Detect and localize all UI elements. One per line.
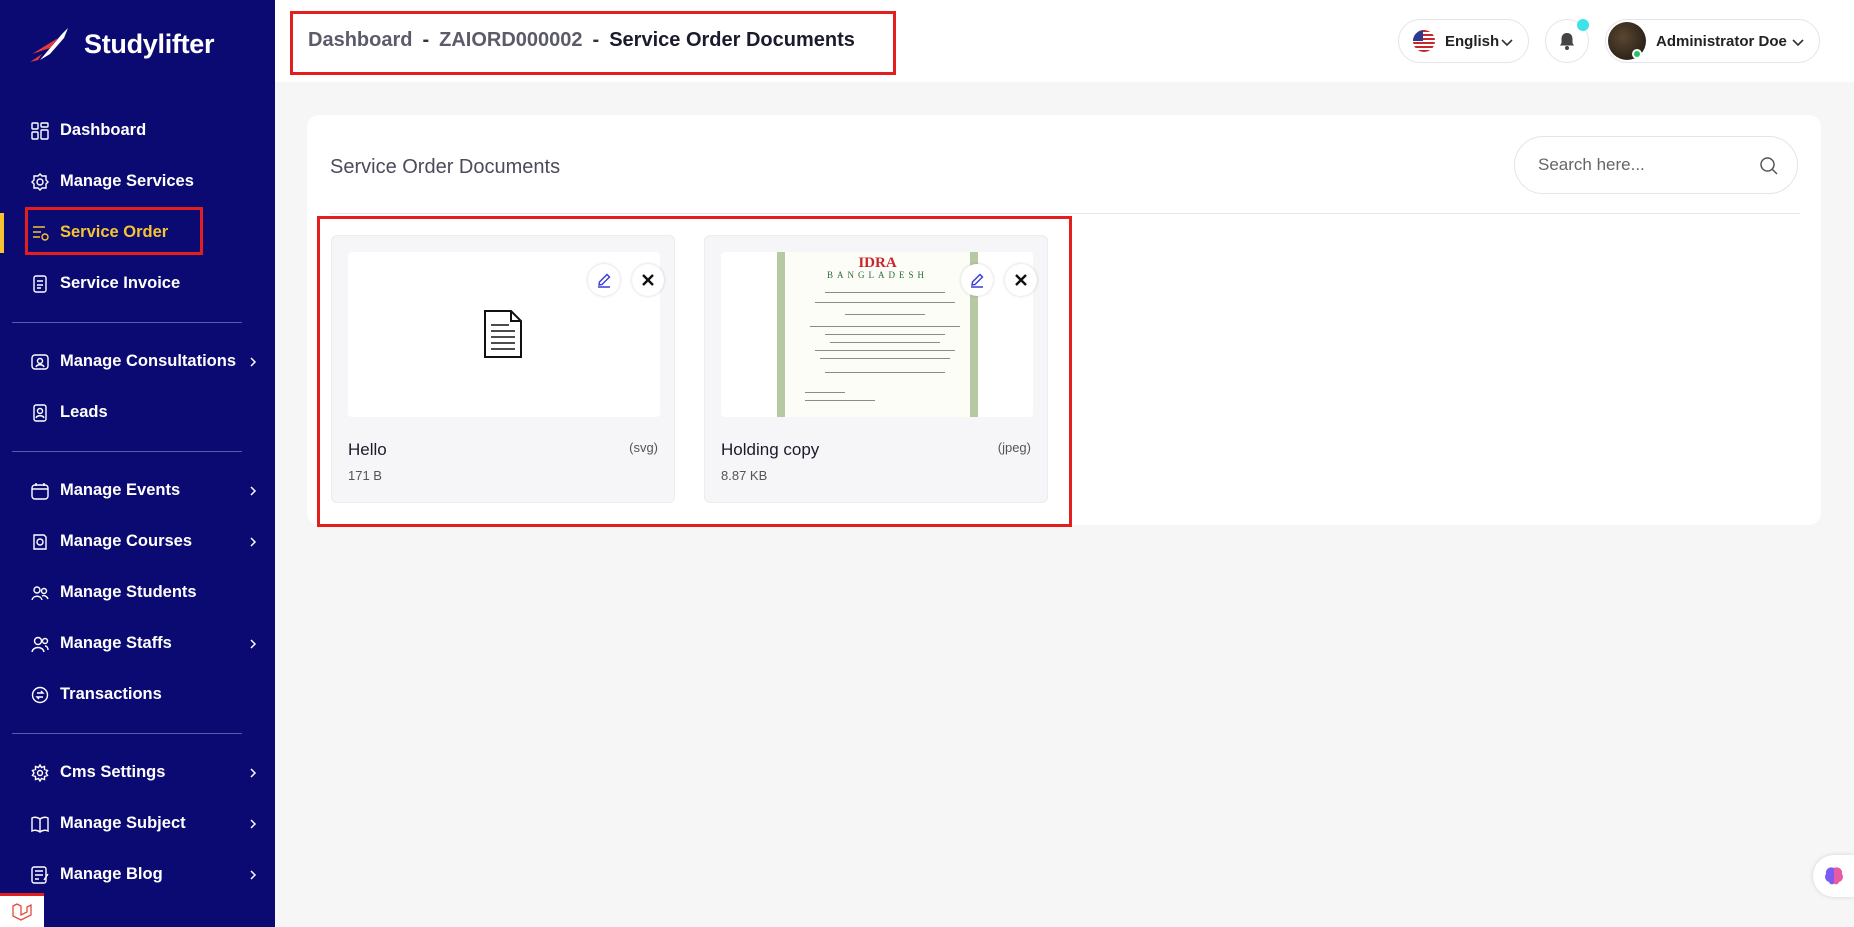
- breadcrumb: Dashboard - ZAIORD000002- Service Order Doc…: [308, 29, 855, 52]
- active-item-highlight: [25, 207, 203, 255]
- book-icon: [31, 816, 49, 833]
- sidebar-item-label: Service Invoice: [60, 274, 181, 292]
- breadcrumb-separator: -: [422, 29, 430, 51]
- sidebar-item-manage-events[interactable]: Manage Events: [0, 465, 275, 516]
- consultation-icon: [31, 353, 49, 370]
- sidebar-item-label: Manage Blog: [60, 865, 163, 883]
- language-selector[interactable]: English: [1398, 19, 1529, 63]
- sidebar-item-cms-settings[interactable]: Cms Settings: [0, 747, 275, 798]
- sidebar-item-manage-staffs[interactable]: Manage Staffs: [0, 618, 275, 669]
- sidebar-item-label: Manage Events: [60, 481, 181, 499]
- staffs-icon: [31, 636, 49, 652]
- us-flag-icon: [1413, 30, 1435, 52]
- sidebar-item-label: Manage Courses: [60, 532, 193, 550]
- calendar-icon: [31, 482, 49, 500]
- language-label: English: [1445, 32, 1500, 50]
- sidebar-divider: [12, 451, 242, 452]
- breadcrumb-separator: -: [592, 29, 600, 51]
- chevron-right-icon: [250, 869, 257, 880]
- breadcrumb-item-current: Service Order Documents: [609, 29, 855, 51]
- sidebar-item-label: Manage Subject: [60, 814, 186, 832]
- online-status-dot: [1632, 49, 1642, 59]
- sidebar-item-label: Manage Services: [60, 172, 194, 190]
- chevron-down-icon: [1501, 39, 1513, 47]
- sidebar-divider: [12, 322, 242, 323]
- chevron-right-icon: [250, 536, 257, 547]
- assistant-button[interactable]: [1813, 855, 1854, 897]
- sidebar-item-label: Cms Settings: [60, 763, 166, 781]
- sidebar-item-manage-services[interactable]: Manage Services: [0, 156, 275, 207]
- user-name: Administrator Doe: [1656, 32, 1787, 50]
- sidebar-item-label: Manage Staffs: [60, 634, 172, 652]
- brand-name: Studylifter: [84, 28, 215, 59]
- notification-badge: [1577, 19, 1589, 31]
- invoice-icon: [33, 274, 47, 293]
- sidebar-item-manage-courses[interactable]: Manage Courses: [0, 516, 275, 567]
- laravel-icon: [12, 902, 32, 921]
- divider: [330, 213, 1800, 214]
- brand-logo[interactable]: Studylifter: [28, 24, 215, 64]
- documents-highlight: [317, 216, 1072, 527]
- transactions-icon: [31, 686, 49, 703]
- chevron-right-icon: [250, 818, 257, 829]
- chevron-right-icon: [250, 356, 257, 367]
- sidebar-item-dashboard[interactable]: Dashboard: [0, 105, 275, 156]
- services-icon: [31, 172, 49, 191]
- bell-icon: [1560, 33, 1574, 50]
- blog-icon: [31, 865, 49, 884]
- page-title: Service Order Documents: [330, 156, 561, 178]
- sidebar-item-manage-students[interactable]: Manage Students: [0, 567, 275, 618]
- sidebar-item-leads[interactable]: Leads: [0, 387, 275, 438]
- chevron-right-icon: [250, 638, 257, 649]
- sidebar-item-label: Manage Consultations: [60, 352, 237, 370]
- brain-icon: [1824, 867, 1843, 885]
- sidebar-item-manage-consultations[interactable]: Manage Consultations: [0, 336, 275, 387]
- sidebar-item-manage-subject[interactable]: Manage Subject: [0, 798, 275, 849]
- chevron-right-icon: [250, 767, 257, 778]
- chevron-right-icon: [250, 485, 257, 496]
- dashboard-icon: [31, 121, 49, 140]
- debugbar-toggle[interactable]: [0, 893, 44, 927]
- breadcrumb-item-dashboard[interactable]: Dashboard: [308, 29, 412, 51]
- search-input[interactable]: [1538, 155, 1748, 175]
- students-icon: [31, 585, 49, 600]
- sidebar-item-service-invoice[interactable]: Service Invoice: [0, 258, 275, 309]
- sidebar-item-label: Dashboard: [60, 121, 147, 139]
- breadcrumb-item-order[interactable]: ZAIORD000002: [439, 29, 582, 51]
- search-box: [1514, 136, 1798, 194]
- sidebar-item-label: Transactions: [60, 685, 162, 703]
- sidebar-divider: [12, 733, 242, 734]
- sidebar: Studylifter Dashboard Manage Services Serv…: [0, 0, 275, 927]
- sidebar-item-label: Leads: [60, 403, 108, 421]
- courses-icon: [33, 533, 47, 550]
- rocket-logo-icon: [30, 28, 68, 62]
- chevron-down-icon: [1792, 39, 1804, 47]
- sidebar-item-transactions[interactable]: Transactions: [0, 669, 275, 720]
- search-icon[interactable]: [1759, 156, 1779, 176]
- leads-icon: [33, 403, 47, 422]
- sidebar-item-label: Manage Students: [60, 583, 197, 601]
- gear-icon: [31, 763, 49, 782]
